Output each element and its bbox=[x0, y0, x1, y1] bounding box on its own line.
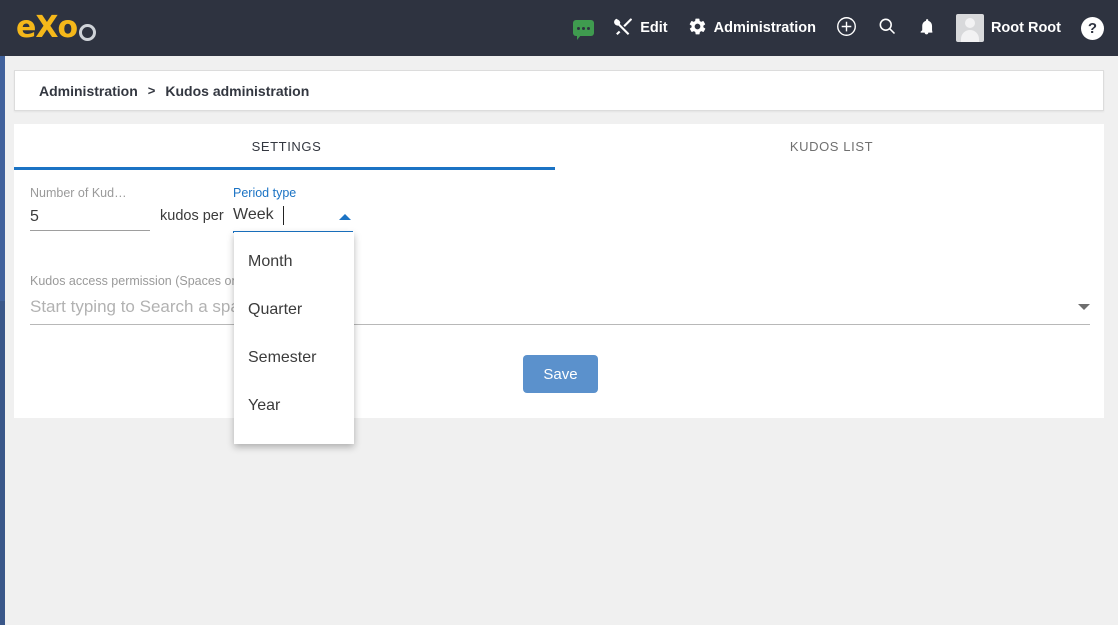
dropdown-option-semester[interactable]: Semester bbox=[234, 334, 354, 382]
logo-text: eXo bbox=[16, 10, 78, 45]
number-of-kudos-label: Number of Kud… bbox=[30, 186, 127, 200]
kudos-access-permission-label: Kudos access permission (Spaces only) bbox=[30, 274, 252, 288]
page-scrollbar-thumb[interactable] bbox=[0, 56, 5, 301]
nav-administration-button[interactable]: Administration bbox=[688, 0, 816, 56]
breadcrumb-separator: > bbox=[147, 83, 156, 98]
breadcrumb: Administration > Kudos administration bbox=[14, 70, 1104, 111]
period-type-value: Week bbox=[233, 206, 274, 223]
tab-settings[interactable]: SETTINGS bbox=[14, 124, 559, 169]
nav-edit-label: Edit bbox=[640, 20, 668, 36]
bell-icon bbox=[917, 17, 936, 40]
number-of-kudos-input[interactable] bbox=[30, 204, 150, 231]
kudos-access-permission-input[interactable] bbox=[30, 292, 1050, 322]
save-button[interactable]: Save bbox=[523, 355, 598, 393]
settings-panel: SETTINGS KUDOS LIST Number of Kud… kudos… bbox=[14, 124, 1104, 418]
breadcrumb-current: Kudos administration bbox=[165, 82, 310, 99]
nav-chat-button[interactable] bbox=[573, 0, 595, 56]
search-icon bbox=[877, 16, 897, 40]
period-type-select[interactable]: Week bbox=[233, 204, 353, 233]
period-type-dropdown[interactable]: Month Quarter Semester Year bbox=[234, 232, 354, 444]
avatar bbox=[955, 14, 984, 42]
kudos-access-permission-field[interactable] bbox=[30, 292, 1090, 325]
chat-bubble-icon bbox=[573, 20, 595, 40]
top-navigation-bar: eXo Edit Administration Root Root ? bbox=[0, 0, 1118, 56]
help-circle-icon: ? bbox=[1081, 16, 1104, 40]
logo-ring-icon bbox=[79, 23, 97, 41]
exo-logo[interactable]: eXo bbox=[16, 10, 97, 45]
chevron-up-icon[interactable] bbox=[339, 214, 351, 220]
nav-user-menu[interactable]: Root Root bbox=[955, 0, 1061, 56]
nav-search-button[interactable] bbox=[877, 0, 897, 56]
plus-circle-icon bbox=[836, 16, 857, 41]
nav-help-button[interactable]: ? bbox=[1081, 0, 1104, 56]
nav-user-label: Root Root bbox=[990, 20, 1061, 36]
nav-notifications-button[interactable] bbox=[917, 0, 936, 56]
chevron-down-icon[interactable] bbox=[1078, 304, 1090, 310]
page-scrollbar-track-lower[interactable] bbox=[0, 301, 5, 625]
dropdown-option-quarter[interactable]: Quarter bbox=[234, 286, 354, 334]
tools-icon bbox=[614, 17, 633, 40]
tab-kudos-list[interactable]: KUDOS LIST bbox=[559, 124, 1104, 169]
dropdown-option-year[interactable]: Year bbox=[234, 382, 354, 430]
tab-bar: SETTINGS KUDOS LIST bbox=[14, 124, 1104, 169]
breadcrumb-root[interactable]: Administration bbox=[39, 83, 138, 99]
gear-icon bbox=[688, 17, 707, 40]
text-cursor bbox=[283, 206, 284, 225]
nav-administration-label: Administration bbox=[713, 20, 816, 36]
period-type-label: Period type bbox=[233, 186, 297, 200]
page-scrollbar[interactable] bbox=[0, 56, 5, 625]
nav-add-button[interactable] bbox=[836, 0, 857, 56]
dropdown-option-month[interactable]: Month bbox=[234, 238, 354, 286]
nav-edit-button[interactable]: Edit bbox=[614, 0, 668, 56]
active-tab-indicator bbox=[14, 167, 555, 170]
nav-actions: Edit Administration Root Root ? bbox=[553, 0, 1118, 56]
kudos-per-label: kudos per bbox=[160, 208, 224, 224]
